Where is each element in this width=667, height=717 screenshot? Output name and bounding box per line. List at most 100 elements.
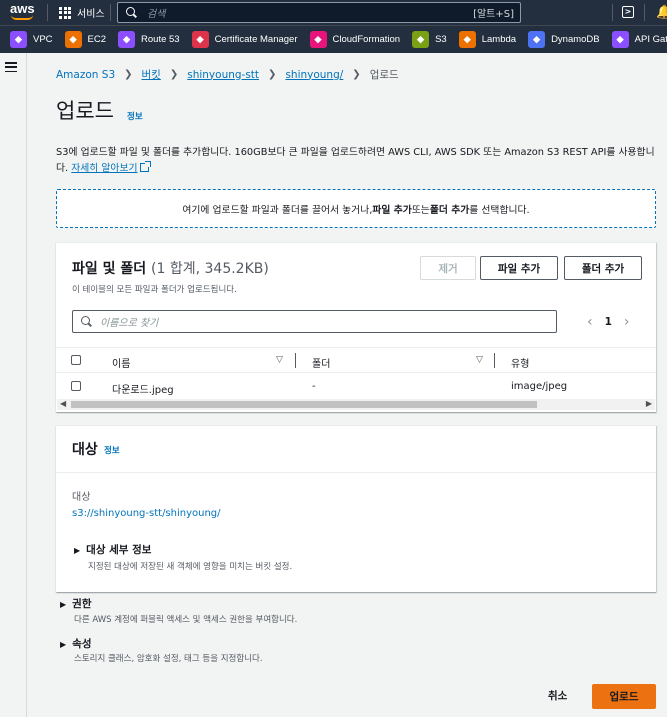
route53-icon: ◆ xyxy=(118,31,136,48)
column-divider[interactable] xyxy=(295,353,296,368)
favorite-item[interactable]: ◆ API Gateway xyxy=(611,31,667,48)
favorite-item[interactable]: ◆ Route 53 xyxy=(118,31,180,48)
upload-button[interactable]: 업로드 xyxy=(592,684,656,709)
permissions-expander[interactable]: ▶ 권한 xyxy=(60,596,91,611)
column-name-header[interactable]: 이름 xyxy=(112,355,130,370)
dropzone-text: 또는 xyxy=(411,204,430,216)
properties-title: 속성 xyxy=(72,638,92,650)
scroll-right-arrow-icon[interactable]: ▶ xyxy=(646,399,652,408)
filter-placeholder: 이름으로 찾기 xyxy=(100,318,159,329)
permissions-title: 권한 xyxy=(72,598,92,610)
caret-right-icon: ▶ xyxy=(60,600,67,609)
cloudformation-icon: ◆ xyxy=(309,31,327,48)
favorite-item[interactable]: ◆ S3 xyxy=(412,31,447,48)
destination-panel: 대상 정보 대상 s3://shinyoung-stt/shinyoung/ ▶… xyxy=(56,425,656,592)
select-all-checkbox[interactable] xyxy=(71,355,81,365)
vpc-icon: ◆ xyxy=(10,31,27,48)
dropzone-text: 를 선택합니다. xyxy=(469,204,530,216)
current-page-number[interactable]: 1 xyxy=(605,316,612,328)
favorite-label: S3 xyxy=(435,34,447,45)
chevron-right-icon: ❯ xyxy=(124,69,133,80)
favorite-label: VPC xyxy=(33,34,53,45)
breadcrumb-buckets[interactable]: 버킷 xyxy=(142,67,161,82)
column-folder-header[interactable]: 폴더 xyxy=(312,355,330,370)
add-files-button[interactable]: 파일 추가 xyxy=(480,256,558,280)
chevron-right-icon[interactable]: › xyxy=(624,314,630,330)
dropzone-add-files-text: 파일 추가 xyxy=(372,204,412,216)
page-title: 업로드 xyxy=(56,99,114,123)
search-placeholder: 검색 xyxy=(147,9,166,20)
cancel-button[interactable]: 취소 xyxy=(548,688,567,703)
favorite-item[interactable]: ◆ Lambda xyxy=(458,31,517,48)
files-panel-subtitle: 이 테이블의 모든 파일과 폴더가 업로드됩니다. xyxy=(72,285,237,295)
page-info-link[interactable]: 정보 xyxy=(127,110,143,122)
table-row: 다운로드.jpeg - image/jpeg xyxy=(56,374,656,399)
search-icon xyxy=(126,7,137,18)
favorites-bar: ◆ VPC ◆ EC2 ◆ Route 53 ◆ Certificate Manager ◆ Cl… xyxy=(0,25,667,53)
chevron-left-icon[interactable]: ‹ xyxy=(587,314,593,330)
remove-button[interactable]: 제거 xyxy=(420,256,476,280)
properties-expander[interactable]: ▶ 속성 xyxy=(60,636,91,651)
menu-hamburger-icon[interactable] xyxy=(5,62,17,72)
destination-header: 대상 정보 xyxy=(56,426,656,473)
global-search-input[interactable]: 검색 [알트+S] xyxy=(117,2,521,23)
api-gateway-icon: ◆ xyxy=(611,31,629,48)
file-name-cell: 다운로드.jpeg xyxy=(112,385,174,396)
caret-right-icon: ▶ xyxy=(74,546,81,555)
chevron-right-icon: ❯ xyxy=(352,69,361,80)
nav-divider xyxy=(644,4,645,21)
favorite-item[interactable]: ◆ DynamoDB xyxy=(528,31,600,48)
favorite-item[interactable]: ◆ EC2 xyxy=(64,31,107,48)
drop-zone[interactable]: 여기에 업로드할 파일과 폴더를 끌어서 놓거나, 파일 추가 또는 폴더 추가… xyxy=(56,189,656,228)
chevron-right-icon: ❯ xyxy=(169,69,179,80)
external-link-icon xyxy=(140,161,152,172)
favorite-label: Lambda xyxy=(481,34,517,45)
destination-details-expander[interactable]: ▶ 대상 세부 정보 xyxy=(74,542,151,557)
search-icon xyxy=(81,316,92,327)
properties-desc: 스토리지 클래스, 암호화 설정, 태그 등을 지정합니다. xyxy=(74,654,263,664)
favorite-item[interactable]: ◆ CloudFormation xyxy=(309,31,400,48)
side-rail-divider xyxy=(26,53,27,717)
sort-down-icon[interactable]: ▽ xyxy=(476,355,483,365)
permissions-desc: 다른 AWS 계정에 퍼블릭 액세스 및 액세스 권한을 부여합니다. xyxy=(74,615,298,625)
top-navigation: aws 서비스 검색 [알트+S] > 🔔 xyxy=(0,0,667,25)
destination-details-desc: 지정된 대상에 저장된 새 객체에 영향을 미치는 버킷 설정. xyxy=(88,562,293,572)
destination-label: 대상 xyxy=(72,492,91,503)
services-menu-button[interactable]: 서비스 xyxy=(59,5,105,20)
scroll-left-arrow-icon[interactable]: ◀ xyxy=(60,399,66,408)
table-header: 이름 ▽ 폴더 ▽ 유형 xyxy=(56,347,656,373)
nav-divider xyxy=(612,4,613,21)
breadcrumb-amazon-s3[interactable]: Amazon S3 xyxy=(56,69,115,81)
filter-by-name-input[interactable]: 이름으로 찾기 xyxy=(72,310,557,333)
learn-more-link[interactable]: 자세히 알아보기 xyxy=(71,163,137,174)
destination-title: 대상 xyxy=(72,442,98,458)
file-folder-cell: - xyxy=(312,381,316,392)
services-grid-icon xyxy=(59,6,71,19)
destination-path-link[interactable]: s3://shinyoung-stt/shinyoung/ xyxy=(72,508,221,519)
lambda-icon: ◆ xyxy=(458,31,476,48)
horizontal-scrollbar[interactable]: ◀ ▶ xyxy=(57,399,655,410)
breadcrumb-bucket[interactable]: shinyoung-stt xyxy=(187,69,259,81)
favorite-label: EC2 xyxy=(87,34,107,45)
notifications-bell-icon[interactable]: 🔔 xyxy=(656,5,667,20)
column-divider[interactable] xyxy=(494,353,495,368)
add-folder-button[interactable]: 폴더 추가 xyxy=(564,256,642,280)
services-label: 서비스 xyxy=(77,9,105,20)
files-and-folders-panel: 파일 및 폴더 (1 합계, 345.2KB) 이 테이블의 모든 파일과 폴더… xyxy=(56,242,656,412)
favorite-item[interactable]: ◆ Certificate Manager xyxy=(191,31,298,48)
destination-info-link[interactable]: 정보 xyxy=(104,444,120,456)
favorite-item[interactable]: ◆ VPC xyxy=(10,31,53,48)
breadcrumb: Amazon S3 ❯ 버킷 ❯ shinyoung-stt ❯ shinyou… xyxy=(56,67,399,82)
cloudshell-icon[interactable]: > xyxy=(622,6,634,18)
caret-right-icon: ▶ xyxy=(60,640,67,649)
destination-details-title: 대상 세부 정보 xyxy=(86,544,152,556)
chevron-right-icon: ❯ xyxy=(268,69,277,80)
aws-logo[interactable]: aws xyxy=(10,2,40,22)
dropzone-add-folder-text: 폴더 추가 xyxy=(429,204,470,216)
nav-divider xyxy=(47,4,48,21)
column-type-header[interactable]: 유형 xyxy=(511,355,529,370)
sort-down-icon[interactable]: ▽ xyxy=(276,355,283,365)
breadcrumb-folder[interactable]: shinyoung/ xyxy=(285,69,343,81)
scrollbar-thumb[interactable] xyxy=(71,401,537,408)
row-checkbox[interactable] xyxy=(71,381,81,391)
